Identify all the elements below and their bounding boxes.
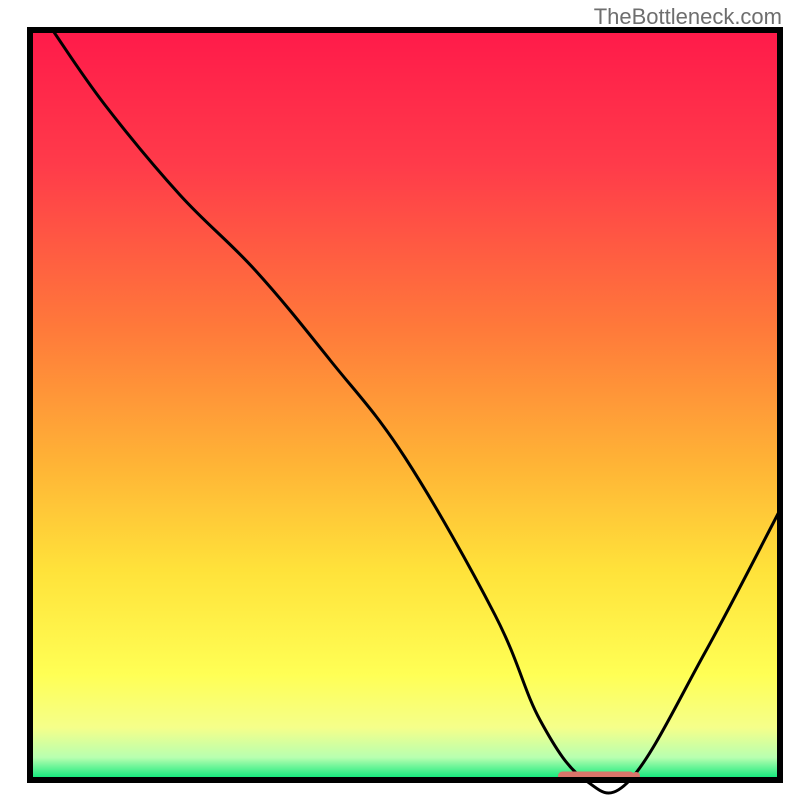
gradient-background [30,30,780,780]
chart-container: TheBottleneck.com [0,0,800,800]
bottleneck-chart [0,0,800,800]
watermark-text: TheBottleneck.com [594,4,782,30]
